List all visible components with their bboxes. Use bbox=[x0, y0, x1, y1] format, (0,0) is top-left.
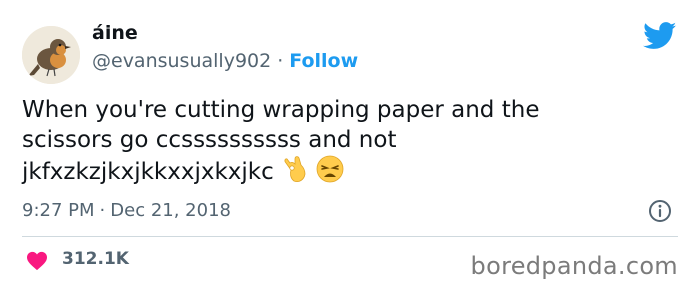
heart-icon[interactable] bbox=[26, 251, 48, 271]
avatar[interactable] bbox=[22, 26, 80, 84]
tweet-date[interactable]: Dec 21, 2018 bbox=[110, 200, 231, 221]
author-handle[interactable]: @evansusually902 bbox=[92, 50, 271, 72]
timestamp-row[interactable]: 9:27 PM · Dec 21, 2018 bbox=[22, 200, 231, 221]
info-icon[interactable] bbox=[648, 199, 672, 223]
tweet-text-line: jkfxzkzjkxjkkxxjxkxjkc bbox=[22, 159, 274, 185]
like-count[interactable]: 312.1K bbox=[62, 249, 129, 269]
separator-dot: · bbox=[277, 50, 284, 72]
author-name[interactable]: áine bbox=[92, 22, 138, 44]
divider bbox=[22, 236, 678, 237]
tweet-text: When you're cutting wrapping paper and t… bbox=[22, 95, 682, 191]
separator-dot: · bbox=[99, 200, 106, 221]
tweet-text-line: When you're cutting wrapping paper and t… bbox=[22, 97, 540, 123]
weary-face-emoji bbox=[316, 155, 344, 191]
tweet-time[interactable]: 9:27 PM bbox=[22, 200, 95, 221]
ok-hand-emoji bbox=[282, 155, 308, 191]
tweet-text-line-last: jkfxzkzjkxjkkxxjxkxjkc bbox=[22, 155, 682, 191]
follow-button[interactable]: Follow bbox=[289, 50, 358, 72]
tweet-text-line: scissors go ccssssssssss and not bbox=[22, 127, 397, 153]
handle-row: @evansusually902 · Follow bbox=[92, 50, 358, 72]
twitter-logo-icon[interactable] bbox=[643, 22, 677, 50]
watermark: boredpanda.com bbox=[470, 252, 678, 280]
